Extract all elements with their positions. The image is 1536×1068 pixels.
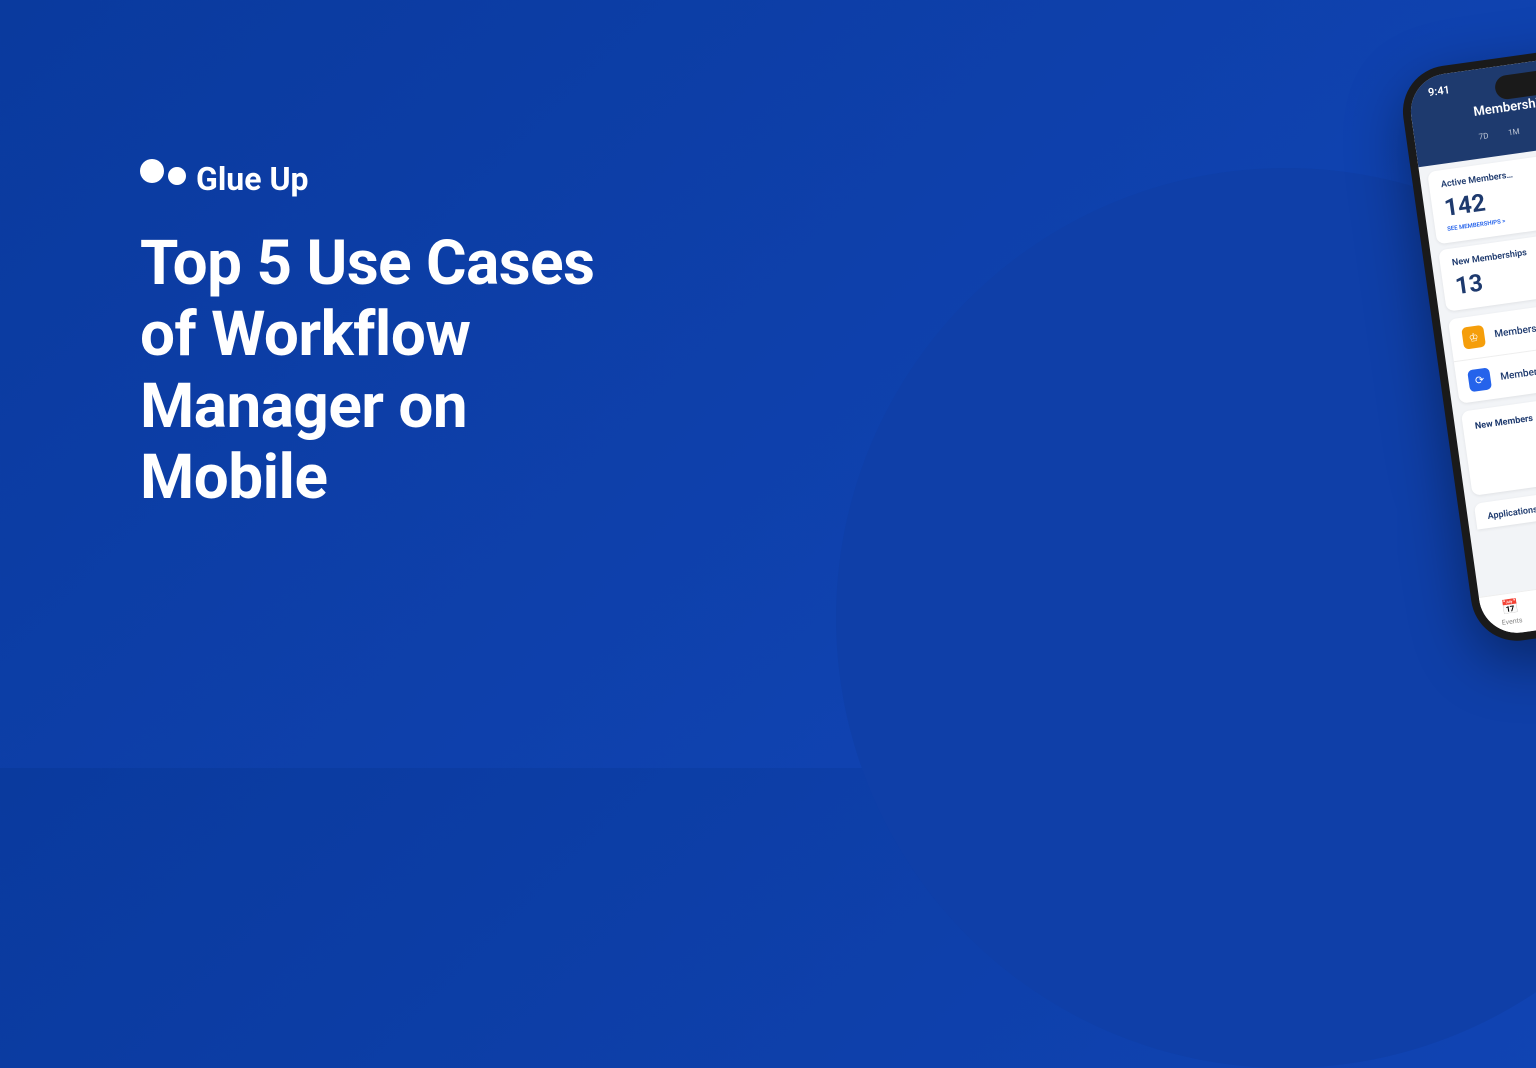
crown-icon: ♔ — [1461, 325, 1486, 350]
hero-content: Glue Up Top 5 Use Casesof WorkflowManage… — [140, 160, 594, 513]
brand-name: Glue Up — [196, 160, 309, 198]
tab-bar: 📅Events ✈Campaigns 👑Memberships ✓Tasks1 … — [1479, 560, 1536, 637]
stat-active-memberships[interactable]: Active Members… 142 SEE MEMBERSHIPS > — [1427, 155, 1536, 244]
logo-icon — [140, 167, 186, 191]
brand-logo: Glue Up — [140, 160, 594, 198]
headline: Top 5 Use Casesof WorkflowManager onMobi… — [140, 228, 594, 513]
tab-events[interactable]: 📅Events — [1484, 596, 1536, 629]
refresh-icon: ⟳ — [1467, 367, 1492, 392]
stat-new-memberships[interactable]: New Memberships 13 — [1438, 233, 1536, 311]
